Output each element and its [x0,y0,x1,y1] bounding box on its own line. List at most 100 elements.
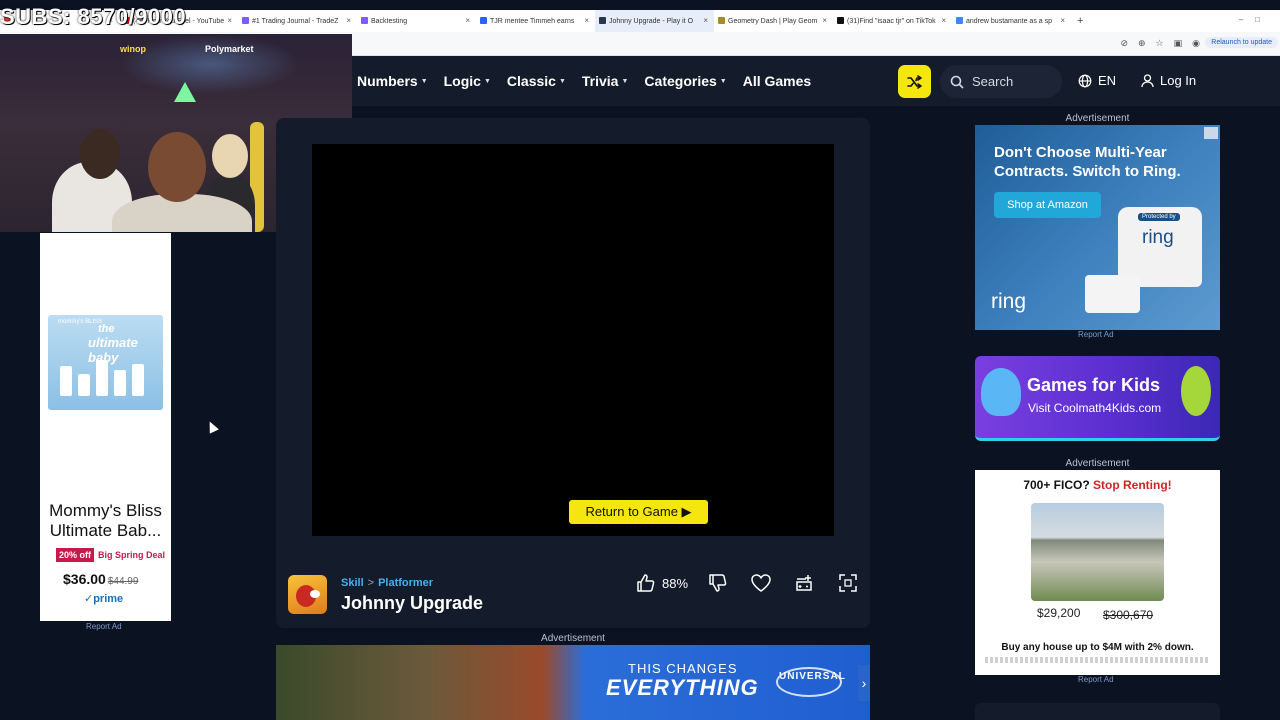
chevron-right-icon[interactable]: › [858,665,870,701]
nav-item-numbers[interactable]: Numbers ▼ [357,73,428,89]
like-button[interactable] [636,573,656,593]
tab-close-icon[interactable]: × [227,16,232,25]
product-brand: mommy's BLISS [58,319,103,325]
browser-tab[interactable]: #1 Trading Journal - TradeZ × [238,10,357,32]
tab-favicon-icon [361,17,368,24]
browser-tab[interactable]: Johnny Upgrade - Play it O × [595,10,714,32]
login-label: Log In [1160,73,1197,88]
browser-tab[interactable]: (31)Find "isaac tjr" on TikTok × [833,10,952,32]
address-bar-icons: ⊘ ⊕ ☆ ▣ ◉ [1120,38,1200,49]
tab-favicon-icon [242,17,249,24]
nav-item-label: Logic [443,73,481,89]
tab-title: andrew bustamante as a sp [966,17,1052,25]
bottom-ad-line1: THIS CHANGES [628,661,738,676]
language-label: EN [1098,73,1117,88]
nav-item-classic[interactable]: Classic ▼ [507,73,566,89]
product-bottle [132,364,144,396]
browser-tab[interactable]: andrew bustamante as a sp × [952,10,1071,32]
fico-price-old: $300,670 [1103,608,1154,622]
shop-at-amazon-button[interactable]: Shop at Amazon [994,192,1101,218]
report-ad-link[interactable]: Report Ad [1078,330,1114,339]
zoom-icon[interactable]: ⊕ [1138,38,1146,49]
language-selector[interactable]: EN [1078,73,1116,88]
nav-item-categories[interactable]: Categories ▼ [644,73,726,89]
game-canvas[interactable] [312,144,834,536]
mouse-cursor-icon [205,419,219,434]
return-to-game-button[interactable]: Return to Game ▶ [569,500,708,524]
window-controls-icon[interactable]: –□ [1239,15,1272,24]
tab-close-icon[interactable]: × [941,16,946,25]
fico-fine-print [985,657,1210,663]
bottom-banner-ad[interactable]: THIS CHANGES EVERYTHING UNIVERSAL › [276,645,870,720]
neon-triangle-icon [174,82,196,102]
tab-close-icon[interactable]: × [584,16,589,25]
deal-label: Big Spring Deal [98,550,166,560]
right-ad-label-2: Advertisement [1065,458,1130,469]
globe-icon [1078,74,1092,87]
breadcrumb-platformer[interactable]: Platformer [378,577,433,589]
tab-close-icon[interactable]: × [822,16,827,25]
ring-device-label: ring [1142,227,1174,248]
person-left-head [80,129,120,179]
person-center-head [148,132,206,202]
ring-ad-headline: Don't Choose Multi-Year Contracts. Switc… [994,144,1181,180]
fico-headline-part2: Stop Renting! [1093,478,1172,492]
profile-icon[interactable]: ◉ [1192,38,1200,49]
fullscreen-button[interactable] [838,573,858,593]
breadcrumb-skill[interactable]: Skill [341,577,364,589]
tracking-icon[interactable]: ⊘ [1120,38,1128,49]
coolmath4kids-banner[interactable]: Games for Kids Visit Coolmath4Kids.com [975,356,1220,441]
thumbs-down-icon [709,574,727,592]
ring-ad[interactable]: Don't Choose Multi-Year Contracts. Switc… [975,125,1220,330]
product-title[interactable]: Mommy's Bliss Ultimate Bab... [40,501,171,541]
bottom-ad-label: Advertisement [541,633,605,644]
rating-percent: 88% [662,575,689,591]
login-button[interactable]: Log In [1141,73,1196,88]
kids-banner-subtitle: Visit Coolmath4Kids.com [1028,401,1162,415]
dislike-button[interactable] [708,573,728,593]
nav-item-logic[interactable]: Logic ▼ [444,73,491,89]
person-right-head [212,134,248,178]
user-icon [1141,73,1154,87]
tab-close-icon[interactable]: × [465,16,470,25]
nav-item-label: Trivia [581,73,619,89]
search-box[interactable]: Search [940,65,1062,98]
nav-item-all-games[interactable]: All Games [743,73,811,89]
neon-sign-left: winop [120,44,146,54]
deal-badges: 20% off Big Spring Deal [56,548,165,562]
adchoices-icon[interactable] [1204,127,1218,139]
chevron-down-icon: ▼ [420,77,428,85]
new-tab-icon[interactable]: + [1077,15,1083,27]
browser-tab[interactable]: TJR mentee Timmeh earns × [476,10,595,32]
game-actions: 88% [636,571,858,595]
report-ad-link[interactable]: Report Ad [86,622,122,631]
add-to-collection-button[interactable] [794,573,814,593]
tab-title: (31)Find "isaac tjr" on TikTok [847,17,936,25]
tab-title: #1 Trading Journal - TradeZ [252,17,339,25]
tab-favicon-icon [599,17,606,24]
browser-tab[interactable]: Geometry Dash | Play Geom × [714,10,833,32]
gamepad-plus-icon [796,575,812,591]
browser-tab[interactable]: Backtesting × [357,10,476,32]
bottom-ad-line2: EVERYTHING [606,675,759,700]
nav-item-label: All Games [742,73,812,89]
nav-item-trivia[interactable]: Trivia ▼ [582,73,629,89]
octopus-mascot-icon [981,368,1021,416]
tab-close-icon[interactable]: × [1060,16,1065,25]
tab-close-icon[interactable]: × [346,16,351,25]
random-game-button[interactable] [898,65,931,98]
current-price: $36.00 [63,571,106,587]
search-icon [950,75,964,89]
shuffle-icon [906,74,922,89]
extensions-icon[interactable]: ▣ [1174,38,1183,49]
right-ad-label-1: Advertisement [1065,113,1130,124]
chevron-down-icon: ▼ [621,77,629,85]
tab-close-icon[interactable]: × [703,16,708,25]
relaunch-button[interactable]: Relaunch to update [1205,37,1278,48]
fico-ad-subline: Buy any house up to $4M with 2% down. [1001,642,1194,653]
favorite-button[interactable] [750,573,772,593]
left-product-ad[interactable]: mommy's BLISS the ultimate baby Mommy's … [40,233,171,621]
bookmark-star-icon[interactable]: ☆ [1156,38,1164,49]
fico-housing-ad[interactable]: 700+ FICO? Stop Renting! $29,200 $300,67… [975,470,1220,675]
report-ad-link[interactable]: Report Ad [1078,675,1114,684]
